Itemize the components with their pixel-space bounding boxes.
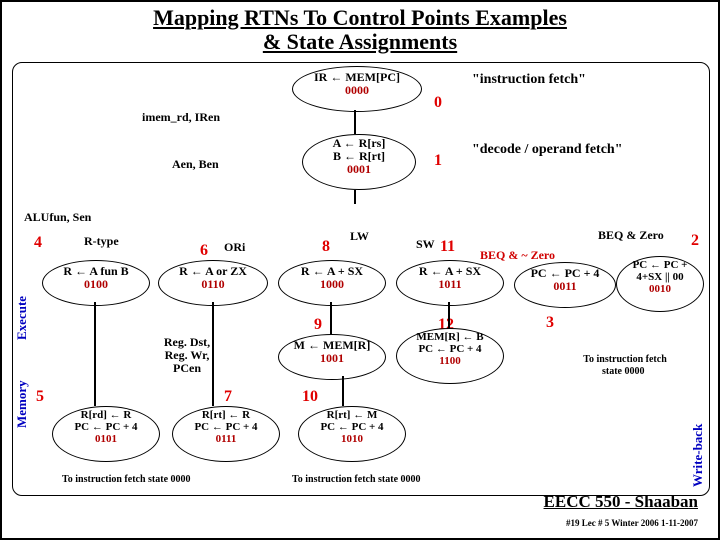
state-5: R[rd] ← R PC ← PC + 4 0101 xyxy=(52,406,160,462)
phase-decode: "decode / operand fetch" xyxy=(472,142,622,158)
tofetch-2: To instruction fetch state 0000 xyxy=(292,474,421,485)
phase-writeback: Write-back xyxy=(690,397,706,487)
phase-fetch: "instruction fetch" xyxy=(472,72,586,88)
s7-l3: 0111 xyxy=(173,433,279,445)
state-2: PC ← PC + 4+SX || 00 0010 xyxy=(616,256,704,312)
arrow-9-10 xyxy=(342,376,344,406)
branch-ori: ORi xyxy=(224,240,245,255)
s5-l2: PC ← PC + 4 xyxy=(53,421,159,433)
s9-l2: 1001 xyxy=(279,352,385,365)
arrow-0-1 xyxy=(354,110,356,134)
state-12: MEM[R] ← B PC ← PC + 4 1100 xyxy=(396,328,504,384)
state-4: R ← A fun B 0100 xyxy=(42,260,150,306)
s5-l1: R[rd] ← R xyxy=(53,409,159,421)
state-7: R[rt] ← R PC ← PC + 4 0111 xyxy=(172,406,280,462)
arrow-6-7 xyxy=(212,302,214,406)
branch-rtype: R-type xyxy=(84,234,119,249)
s3pc4-l2: 0011 xyxy=(515,280,615,293)
s8-l2: 1000 xyxy=(279,278,385,291)
state-10: R[rt] ← M PC ← PC + 4 1010 xyxy=(298,406,406,462)
s3-num: 3 xyxy=(546,314,554,332)
phase-memory: Memory xyxy=(14,352,30,428)
s4-num: 4 xyxy=(34,234,42,252)
state-6: R ← A or ZX 0110 xyxy=(158,260,268,306)
s8-num: 8 xyxy=(322,238,330,256)
s12-l3: 1100 xyxy=(397,355,503,367)
state-8: R ← A + SX 1000 xyxy=(278,260,386,306)
state-9: M ← MEM[R] 1001 xyxy=(278,334,386,380)
s10-l2: PC ← PC + 4 xyxy=(299,421,405,433)
s5-l3: 0101 xyxy=(53,433,159,445)
s1-num: 1 xyxy=(434,152,442,170)
s5-num: 5 xyxy=(36,388,44,406)
s7-num: 7 xyxy=(224,388,232,406)
arrow-8-9 xyxy=(330,302,332,334)
s10-l1: R[rt] ← M xyxy=(299,409,405,421)
branch-beqnzero: BEQ & ~ Zero xyxy=(480,248,555,263)
s7-l2: PC ← PC + 4 xyxy=(173,421,279,433)
title-line2: & State Assignments xyxy=(263,29,457,54)
footer-meta: #19 Lec # 5 Winter 2006 1-11-2007 xyxy=(566,518,698,528)
arrow-1-fanout xyxy=(354,190,356,204)
s7-l1: R[rt] ← R xyxy=(173,409,279,421)
tofetch-3a: To instruction fetch xyxy=(570,354,680,365)
s10-num: 10 xyxy=(302,388,318,406)
s11-l2: 1011 xyxy=(397,278,503,291)
s10-l3: 1010 xyxy=(299,433,405,445)
arrow-11-12 xyxy=(448,302,450,328)
s12-l2: PC ← PC + 4 xyxy=(397,343,503,355)
s0-l2: 0000 xyxy=(293,84,421,97)
s2-num: 2 xyxy=(691,232,699,250)
branch-beqzero: BEQ & Zero xyxy=(598,228,664,243)
s6-num: 6 xyxy=(200,242,208,260)
state-11: R ← A + SX 1011 xyxy=(396,260,504,306)
slide-title: Mapping RTNs To Control Points Examples … xyxy=(2,6,718,54)
state-1: A ← R[rs] B ← R[rt] 0001 xyxy=(302,134,416,190)
s2-l3: 0010 xyxy=(617,283,703,295)
s11-num: 11 xyxy=(440,238,455,256)
s2-l2: 4+SX || 00 xyxy=(617,271,703,283)
title-line1: Mapping RTNs To Control Points Examples xyxy=(153,5,567,30)
s2-l1: PC ← PC + xyxy=(617,259,703,271)
phase-execute: Execute xyxy=(14,264,30,340)
state-3pc4: PC ← PC + 4 0011 xyxy=(514,262,616,308)
sig-imem: imem_rd, IRen xyxy=(142,110,220,125)
s4-l2: 0100 xyxy=(43,278,149,291)
s6-l2: 0110 xyxy=(159,278,267,291)
sig-aen: Aen, Ben xyxy=(172,157,219,172)
state-0: IR ← MEM[PC] 0000 xyxy=(292,66,422,112)
s1-l3: 0001 xyxy=(303,163,415,176)
sig-alufun: ALUfun, Sen xyxy=(24,210,91,225)
s0-num: 0 xyxy=(434,94,442,112)
tofetch-1: To instruction fetch state 0000 xyxy=(62,474,191,485)
tofetch-3b: state 0000 xyxy=(602,366,645,377)
s9-num: 9 xyxy=(314,316,322,334)
branch-lw: LW xyxy=(350,229,369,244)
branch-sw: SW xyxy=(416,237,435,252)
slide-frame: Mapping RTNs To Control Points Examples … xyxy=(0,0,720,540)
footer-course: EECC 550 - Shaaban xyxy=(544,492,698,512)
s12-l1: MEM[R] ← B xyxy=(397,331,503,343)
arrow-4-5 xyxy=(94,302,96,406)
